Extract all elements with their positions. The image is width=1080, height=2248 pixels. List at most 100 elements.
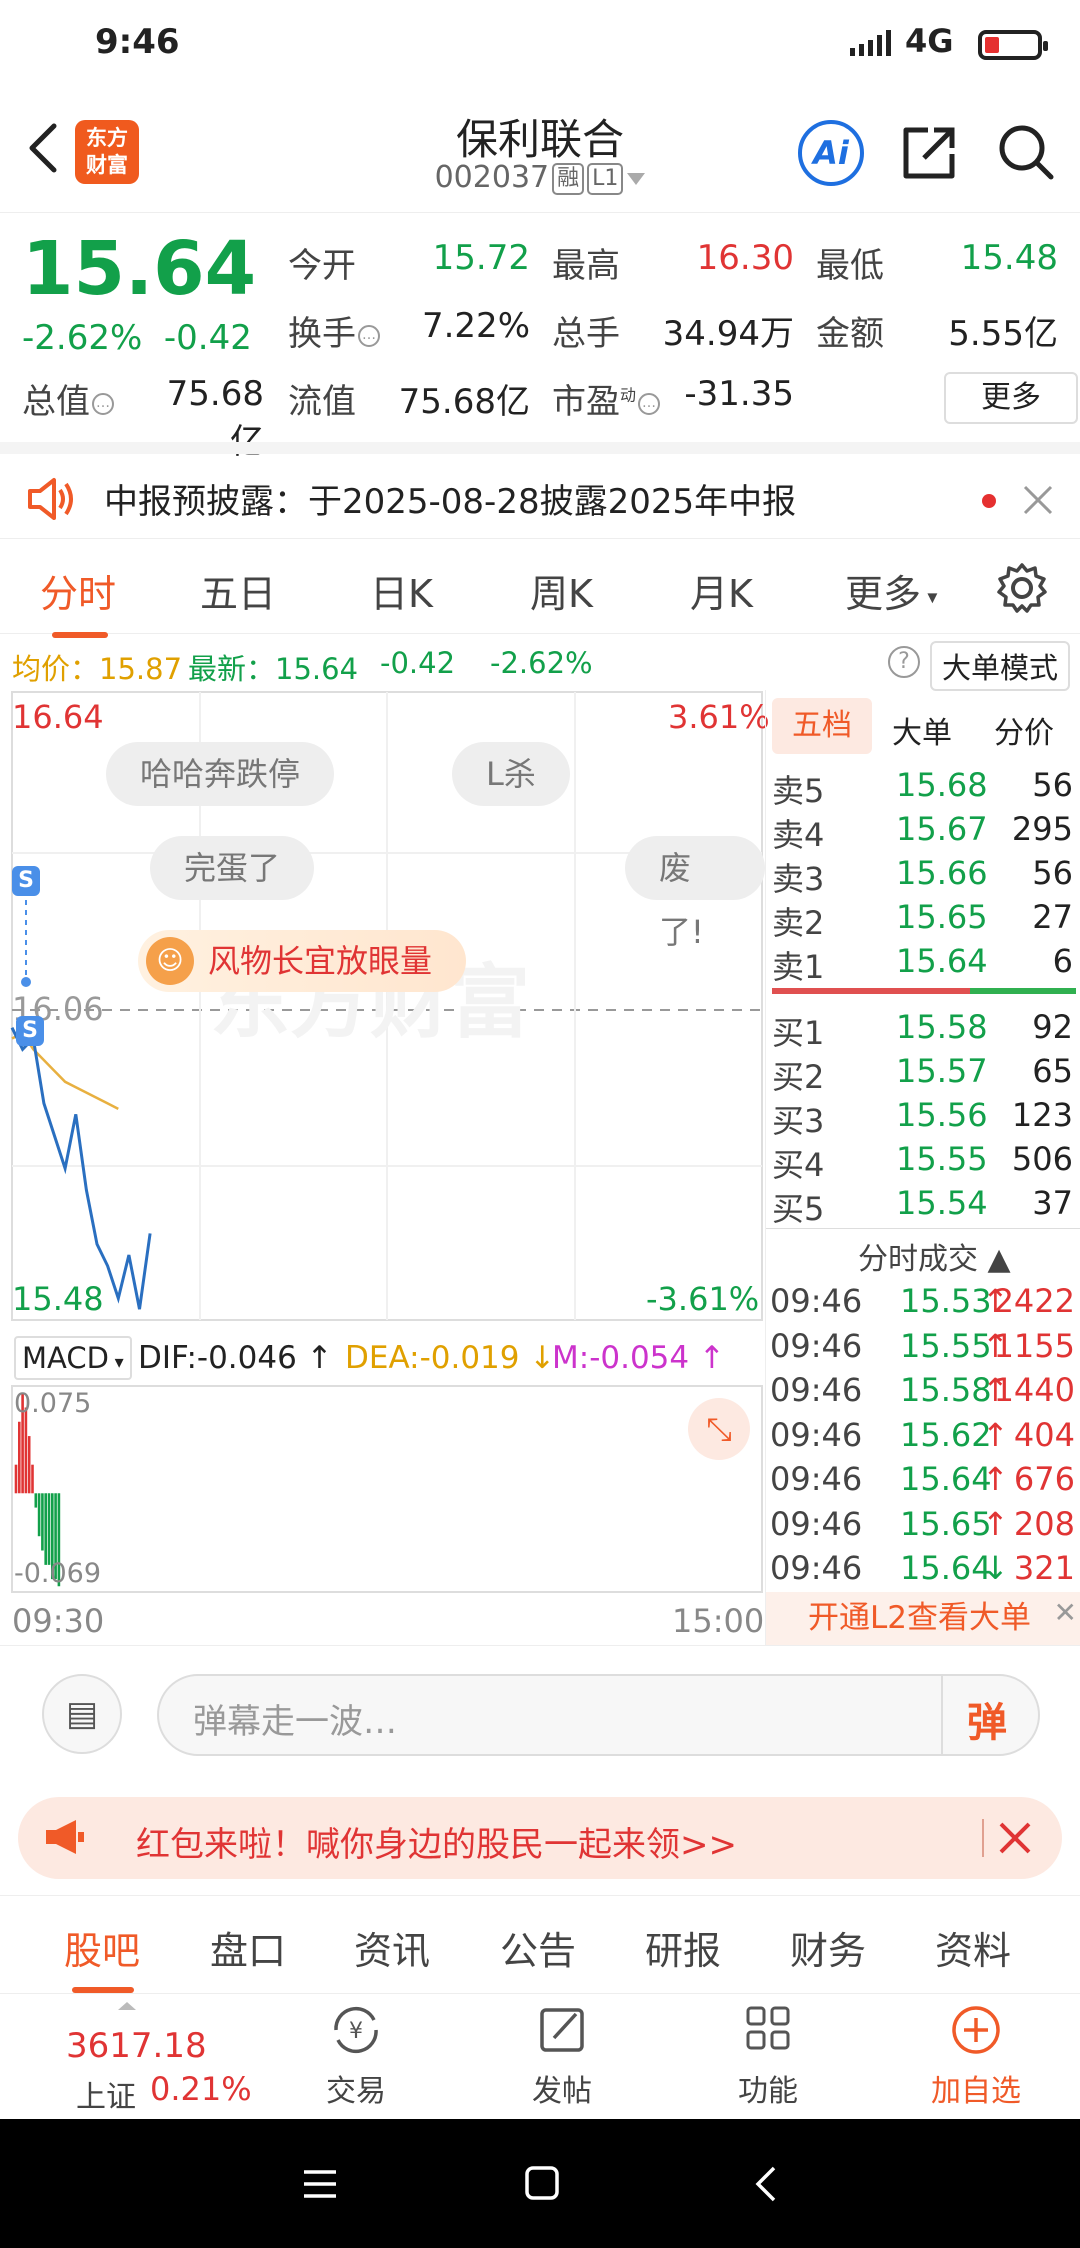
bullet-comment[interactable]: L杀 bbox=[452, 742, 570, 806]
promo-bubble[interactable]: ☺ 风物长宜放眼量 bbox=[138, 930, 467, 992]
info-icon[interactable]: … bbox=[638, 392, 661, 415]
settings-icon[interactable] bbox=[995, 561, 1049, 615]
macd-panel[interactable]: MACD ▾ DIF:-0.046 ↑ DEA:-0.019 ↓ M:-0.05… bbox=[0, 1330, 765, 1645]
close-icon[interactable] bbox=[1022, 484, 1054, 516]
macd-dea: DEA:-0.019 ↓ bbox=[345, 1340, 556, 1376]
high-label: 最高 bbox=[552, 246, 620, 286]
buy-ratio-bar bbox=[970, 988, 1076, 994]
close-icon[interactable] bbox=[998, 1821, 1032, 1855]
float-label: 流值 bbox=[288, 382, 356, 422]
more-button[interactable]: 更多 bbox=[944, 372, 1078, 424]
s-marker-icon: S bbox=[12, 866, 40, 896]
bottom-pct-label: -3.61% bbox=[646, 1280, 760, 1318]
avg-price: 均价：15.87 bbox=[12, 652, 183, 686]
system-nav-bar bbox=[0, 2119, 1080, 2248]
volume-label: 总手 bbox=[552, 314, 620, 354]
expand-arrow-icon bbox=[118, 2002, 136, 2010]
bullet-comment[interactable]: 完蛋了 bbox=[150, 836, 315, 900]
price-series-layer bbox=[10, 890, 152, 1310]
functions-button[interactable]: 功能 bbox=[698, 2002, 838, 2110]
add-watchlist-button[interactable]: 加自选 bbox=[906, 2002, 1046, 2110]
margin-tag: 融 bbox=[552, 162, 585, 195]
info-icon[interactable]: … bbox=[92, 392, 114, 415]
close-icon[interactable]: ✕ bbox=[1054, 1586, 1077, 1639]
expand-icon[interactable]: ⤡ bbox=[688, 1398, 750, 1460]
l2-banner[interactable]: 开通L2查看大单 ✕ bbox=[766, 1592, 1080, 1645]
home-icon[interactable] bbox=[524, 2165, 560, 2201]
float-value: 75.68亿 bbox=[398, 382, 530, 422]
ai-button[interactable]: Ai bbox=[798, 120, 864, 186]
tab-day-k[interactable]: 日K bbox=[370, 563, 433, 618]
tab-news[interactable]: 资讯 bbox=[354, 1920, 430, 1975]
back-nav-icon[interactable] bbox=[754, 2165, 778, 2203]
index-value: 3617.18 bbox=[66, 2026, 207, 2066]
tab-finance[interactable]: 财务 bbox=[790, 1920, 866, 1975]
big-order-mode-button[interactable]: 大单模式 bbox=[930, 641, 1071, 691]
macd-m: M:-0.054 ↑ bbox=[552, 1340, 725, 1376]
bullet-comment[interactable]: 哈哈奔跌停 bbox=[106, 742, 335, 806]
trade-row: 09:46 15.58 ↑ 1440 bbox=[770, 1371, 1075, 1409]
book-tab-five[interactable]: 五档 bbox=[772, 698, 872, 754]
tab-announcements[interactable]: 公告 bbox=[500, 1920, 576, 1975]
macd-selector[interactable]: MACD ▾ bbox=[14, 1336, 132, 1380]
index-pct: 0.21% bbox=[150, 2070, 252, 2108]
tab-week-k[interactable]: 周K bbox=[530, 563, 593, 618]
megaphone-icon bbox=[46, 1820, 84, 1854]
notice-bar[interactable]: 中报预披露：于2025-08-28披露2025年中报 bbox=[0, 442, 1080, 538]
danmaku-send-button[interactable]: 弹 bbox=[967, 1690, 1007, 1748]
status-bar: 9:46 4G bbox=[0, 0, 1080, 88]
tab-profile[interactable]: 资料 bbox=[935, 1920, 1011, 1975]
s-marker-icon: S bbox=[16, 1016, 44, 1046]
change-values: -2.62% -0.42 bbox=[22, 318, 252, 358]
danmaku-input[interactable]: 弹幕走一波… 弹 bbox=[157, 1674, 1040, 1756]
sell-level-row: 卖5 15.68 56 bbox=[772, 766, 1073, 810]
mascot-icon: ☺ bbox=[146, 937, 194, 985]
bottom-price-label: 15.48 bbox=[12, 1280, 104, 1318]
sell-level-row: 卖3 15.66 56 bbox=[772, 854, 1073, 898]
divider bbox=[982, 1819, 984, 1857]
notice-text: 中报预披露：于2025-08-28披露2025年中报 bbox=[104, 482, 797, 522]
low-value: 15.48 bbox=[960, 238, 1058, 278]
menu-icon[interactable] bbox=[302, 2167, 338, 2201]
book-tab-price[interactable]: 分价 bbox=[994, 708, 1054, 752]
price-line bbox=[10, 1027, 152, 1310]
plus-circle-icon bbox=[952, 2006, 1000, 2054]
macd-top-label: 0.075 bbox=[14, 1388, 92, 1419]
bullet-comment[interactable]: 废了! bbox=[625, 836, 765, 951]
time-end: 15:00 bbox=[672, 1602, 765, 1640]
content-tabs: 股吧 盘口 资讯 公告 研报 财务 资料 bbox=[0, 1895, 1080, 1993]
grid-icon bbox=[746, 2006, 790, 2050]
yen-refresh-icon: ¥ bbox=[334, 2006, 378, 2054]
trade-button[interactable]: ¥ 交易 bbox=[286, 2002, 426, 2110]
intraday-chart[interactable]: 东方财富 16.64 3.61% 16.06 15.48 -3.61% 哈哈奔跌… bbox=[0, 690, 770, 1330]
post-button[interactable]: 发帖 bbox=[492, 2002, 632, 2110]
tab-research[interactable]: 研报 bbox=[645, 1920, 721, 1975]
share-icon[interactable] bbox=[900, 122, 960, 182]
low-label: 最低 bbox=[816, 246, 884, 286]
help-icon[interactable]: ? bbox=[888, 646, 920, 678]
turnover-value: 7.22% bbox=[421, 306, 530, 346]
unread-dot bbox=[982, 494, 996, 508]
trades-title[interactable]: 分时成交 ▲ bbox=[858, 1234, 1011, 1278]
search-icon[interactable] bbox=[996, 122, 1056, 182]
battery-icon bbox=[978, 30, 1048, 60]
tab-guba[interactable]: 股吧 bbox=[64, 1920, 140, 1993]
tab-more[interactable]: 更多 ▾ bbox=[845, 563, 937, 618]
book-tab-big[interactable]: 大单 bbox=[892, 708, 952, 752]
buy-level-row: 买2 15.57 65 bbox=[772, 1052, 1073, 1096]
danmaku-settings-icon[interactable]: ▤ bbox=[42, 1674, 122, 1754]
bottom-toolbar: 3617.18 上证 0.21% ¥ 交易 发帖 功能 加自选 bbox=[0, 1993, 1080, 2119]
info-icon[interactable]: … bbox=[358, 324, 380, 347]
tab-pankou[interactable]: 盘口 bbox=[210, 1920, 286, 1975]
tab-intraday[interactable]: 分时 bbox=[40, 563, 116, 638]
amount-value: 5.55亿 bbox=[948, 314, 1058, 354]
s-marker-dot bbox=[21, 977, 31, 987]
tab-five-day[interactable]: 五日 bbox=[200, 563, 276, 618]
tab-month-k[interactable]: 月K bbox=[690, 563, 753, 618]
red-packet-banner[interactable]: 红包来啦！喊你身边的股民一起来领>> bbox=[18, 1797, 1062, 1879]
amount-label: 金额 bbox=[816, 314, 884, 354]
trade-row: 09:46 15.64 ↑ 676 bbox=[770, 1460, 1075, 1498]
latest-pct: -2.62% bbox=[490, 646, 593, 680]
sell-level-row: 卖1 15.64 6 bbox=[772, 942, 1073, 986]
speaker-icon bbox=[28, 478, 73, 520]
